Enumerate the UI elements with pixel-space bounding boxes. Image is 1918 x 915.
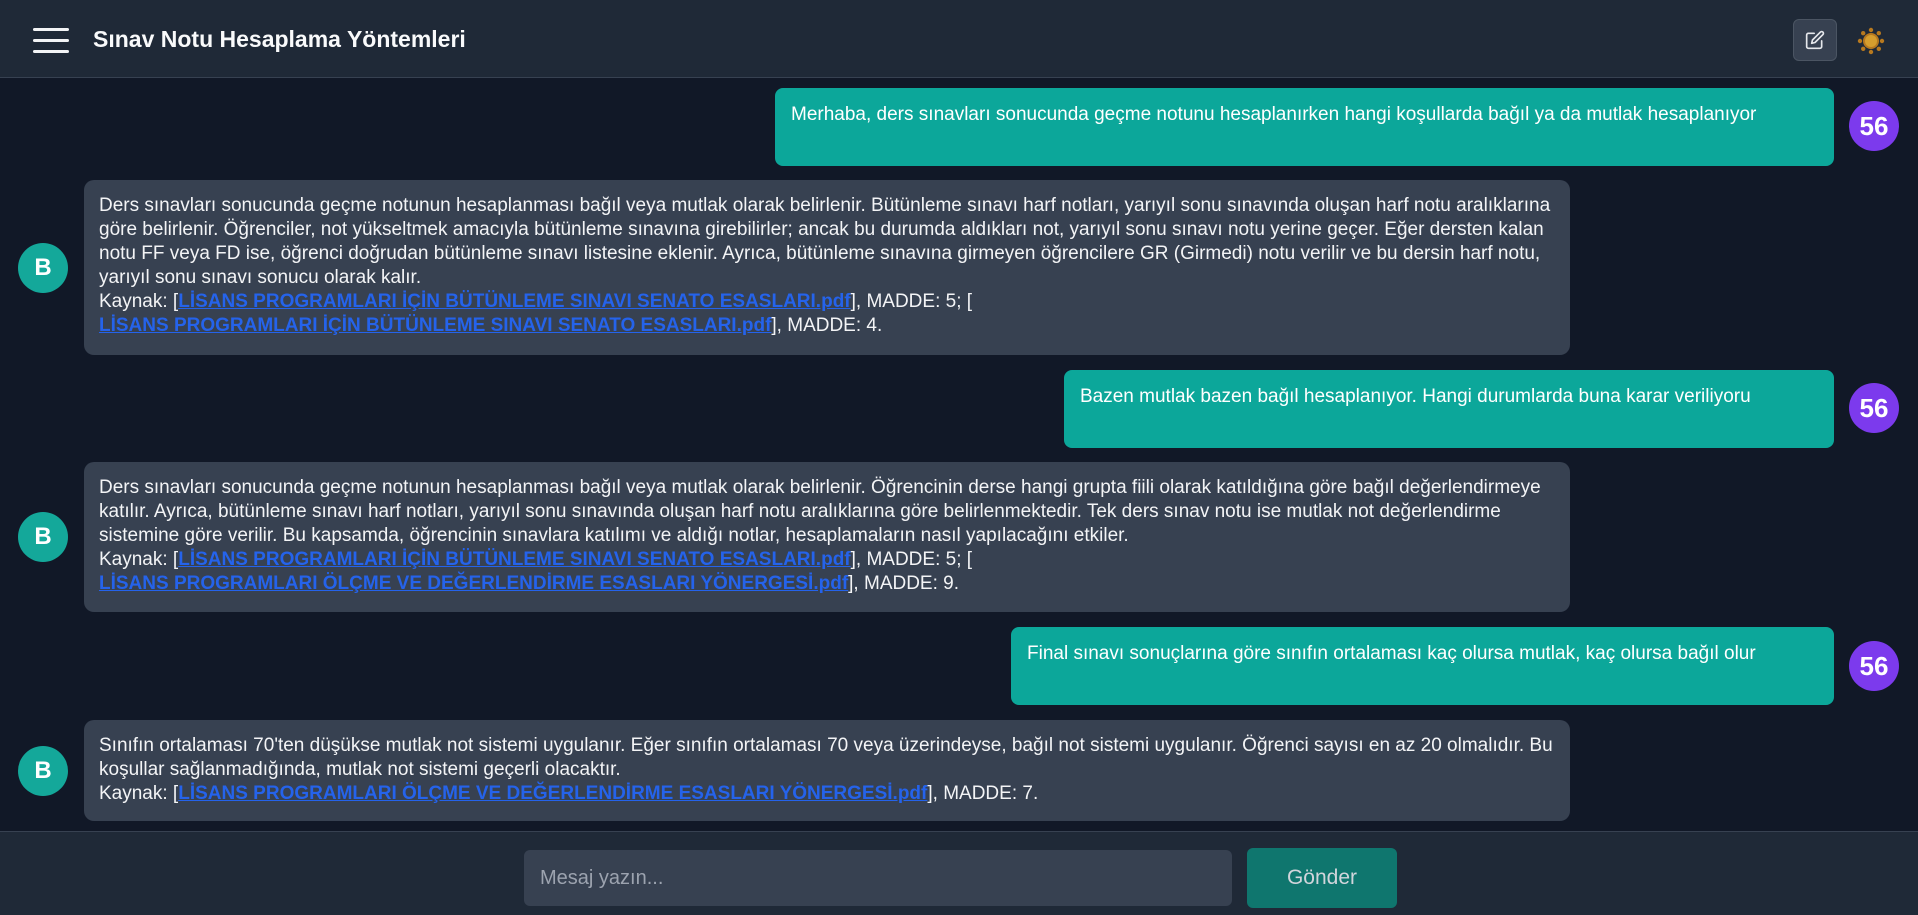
page-title: Sınav Notu Hesaplama Yöntemleri xyxy=(93,26,466,52)
message-text: Bazen mutlak bazen bağıl hesaplanıyor. H… xyxy=(1080,386,1751,407)
user-message: Merhaba, ders sınavları sonucunda geçme … xyxy=(775,88,1834,166)
bot-message: Ders sınavları sonucunda geçme notunun h… xyxy=(84,180,1570,355)
send-button[interactable]: Gönder xyxy=(1247,848,1397,908)
message-input[interactable] xyxy=(524,850,1232,906)
user-message: Final sınavı sonuçlarına göre sınıfın or… xyxy=(1011,627,1834,705)
top-bar: Sınav Notu Hesaplama Yöntemleri xyxy=(0,0,1918,78)
message-text: Merhaba, ders sınavları sonucunda geçme … xyxy=(791,104,1757,125)
bot-avatar: B xyxy=(18,243,68,293)
source-link[interactable]: LİSANS PROGRAMLARI İÇİN BÜTÜNLEME SINAVI… xyxy=(178,291,850,312)
message-text: Ders sınavları sonucunda geçme notunun h… xyxy=(99,195,1551,288)
source-separator: ], MADDE: 5; [ xyxy=(850,549,973,570)
new-chat-button[interactable] xyxy=(1793,19,1837,61)
sun-icon xyxy=(1857,27,1885,55)
source-suffix: ], MADDE: 7. xyxy=(927,783,1039,804)
message-text: Sınıfın ortalaması 70'ten düşükse mutlak… xyxy=(99,735,1553,780)
edit-icon xyxy=(1805,30,1825,50)
theme-toggle-button[interactable] xyxy=(1857,27,1885,55)
source-link[interactable]: LİSANS PROGRAMLARI ÖLÇME VE DEĞERLENDİRM… xyxy=(178,783,927,804)
message-text: Final sınavı sonuçlarına göre sınıfın or… xyxy=(1027,643,1756,664)
source-suffix: ], MADDE: 4. xyxy=(771,315,883,336)
bot-avatar: B xyxy=(18,746,68,796)
user-avatar: 56 xyxy=(1849,383,1899,433)
message-composer: Gönder xyxy=(0,831,1918,915)
hamburger-menu-icon[interactable] xyxy=(33,28,69,54)
bot-message: Ders sınavları sonucunda geçme notunun h… xyxy=(84,462,1570,612)
source-link[interactable]: LİSANS PROGRAMLARI ÖLÇME VE DEĞERLENDİRM… xyxy=(99,573,848,594)
source-label: Kaynak: [ xyxy=(99,549,179,570)
source-suffix: ], MADDE: 9. xyxy=(848,573,960,594)
user-avatar: 56 xyxy=(1849,641,1899,691)
bot-avatar: B xyxy=(18,512,68,562)
source-separator: ], MADDE: 5; [ xyxy=(850,291,973,312)
message-text: Ders sınavları sonucunda geçme notunun h… xyxy=(99,477,1541,546)
chat-messages[interactable]: Merhaba, ders sınavları sonucunda geçme … xyxy=(0,79,1918,831)
source-label: Kaynak: [ xyxy=(99,783,179,804)
source-link[interactable]: LİSANS PROGRAMLARI İÇİN BÜTÜNLEME SINAVI… xyxy=(99,315,771,336)
bot-message: Sınıfın ortalaması 70'ten düşükse mutlak… xyxy=(84,720,1570,821)
user-avatar: 56 xyxy=(1849,101,1899,151)
user-message: Bazen mutlak bazen bağıl hesaplanıyor. H… xyxy=(1064,370,1834,448)
source-label: Kaynak: [ xyxy=(99,291,179,312)
source-link[interactable]: LİSANS PROGRAMLARI İÇİN BÜTÜNLEME SINAVI… xyxy=(178,549,850,570)
